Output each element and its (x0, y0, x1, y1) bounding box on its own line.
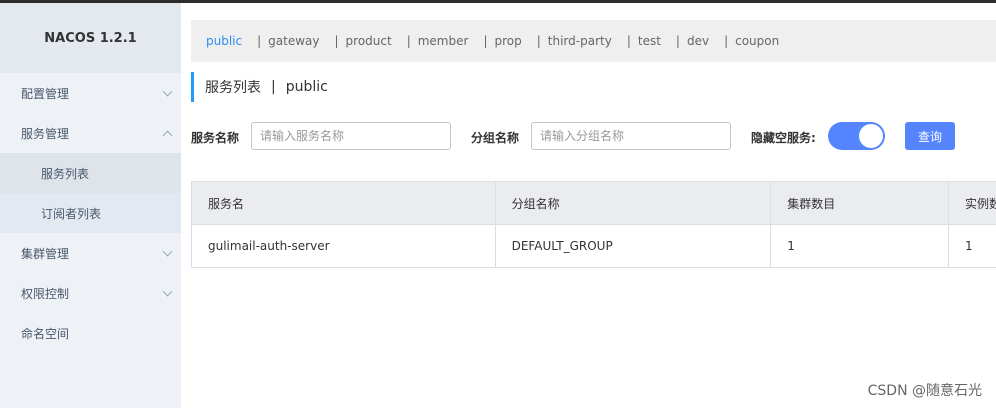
namespace-tab-prop[interactable]: prop (494, 34, 521, 48)
toggle-knob (859, 124, 883, 148)
page-title: 服务列表 | public (191, 72, 328, 102)
column-header-cluster-count[interactable]: 集群数目 (771, 182, 950, 225)
sidebar-item-label: 配置管理 (21, 86, 70, 101)
service-name-input[interactable] (251, 122, 451, 150)
main-content: public | gateway | product | member | prop | third… (181, 3, 996, 408)
hide-empty-label: 隐藏空服务: (751, 131, 816, 145)
namespace-separator: | (536, 34, 541, 48)
namespace-tab-coupon[interactable]: coupon (735, 34, 779, 48)
namespace-tab-test[interactable]: test (638, 34, 661, 48)
namespace-separator: | (257, 34, 262, 48)
sidebar-item-permission[interactable]: 权限控制 (0, 273, 181, 313)
group-name-label: 分组名称 (471, 131, 520, 145)
namespace-separator: | (675, 34, 680, 48)
namespace-tab-product[interactable]: product (346, 34, 392, 48)
column-header-service-name[interactable]: 服务名 (192, 182, 496, 225)
sidebar-item-label: 集群管理 (21, 246, 70, 261)
namespace-tab-public[interactable]: public (206, 34, 242, 48)
namespace-bar: public | gateway | product | member | prop | third… (191, 20, 996, 62)
page-title-namespace: public (285, 79, 328, 95)
sidebar: NACOS 1.2.1 配置管理 服务管理 服务列表 订阅者列表 集群管理 权限… (0, 3, 181, 408)
sidebar-item-subscribers[interactable]: 订阅者列表 (0, 193, 181, 233)
sidebar-item-label: 权限控制 (21, 286, 70, 301)
app-logo: NACOS 1.2.1 (0, 3, 181, 73)
table-cell-service-name: gulimail-auth-server (192, 225, 496, 268)
column-header-instance-count[interactable]: 实例数 (949, 182, 996, 225)
namespace-separator: | (626, 34, 631, 48)
sidebar-item-service[interactable]: 服务管理 (0, 113, 181, 153)
table-cell-group-name: DEFAULT_GROUP (495, 225, 772, 268)
sidebar-item-namespace[interactable]: 命名空间 (0, 313, 181, 353)
chevron-down-icon (162, 286, 173, 296)
page-title-separator: | (271, 79, 276, 95)
table-header-row: 服务名 分组名称 集群数目 实例数 (192, 182, 996, 225)
service-table: 服务名 分组名称 集群数目 实例数 gulimail-auth-server D… (191, 181, 996, 268)
watermark: CSDN @随意石光 (867, 383, 982, 399)
sidebar-item-label: 服务列表 (41, 166, 90, 181)
namespace-tab-third-party[interactable]: third-party (548, 34, 612, 48)
group-name-input[interactable] (531, 122, 731, 150)
sidebar-item-label: 订阅者列表 (41, 206, 102, 221)
namespace-separator: | (334, 34, 339, 48)
sidebar-item-cluster[interactable]: 集群管理 (0, 233, 181, 273)
sidebar-item-label: 服务管理 (21, 126, 70, 141)
chevron-down-icon (162, 246, 173, 256)
service-name-label: 服务名称 (191, 131, 240, 145)
sidebar-item-service-list[interactable]: 服务列表 (0, 153, 181, 193)
table-row[interactable]: gulimail-auth-server DEFAULT_GROUP 1 1 (192, 225, 996, 268)
column-header-group-name[interactable]: 分组名称 (495, 182, 772, 225)
namespace-separator: | (406, 34, 411, 48)
chevron-down-icon (162, 86, 173, 96)
namespace-tab-gateway[interactable]: gateway (268, 34, 319, 48)
page-title-text: 服务列表 (205, 80, 261, 96)
query-button[interactable]: 查询 (905, 122, 955, 150)
namespace-tab-dev[interactable]: dev (687, 34, 709, 48)
sidebar-item-label: 命名空间 (21, 326, 70, 341)
table-cell-cluster-count: 1 (771, 225, 950, 268)
hide-empty-toggle[interactable] (828, 122, 885, 150)
filter-bar: 服务名称 分组名称 隐藏空服务: 查询 (191, 122, 996, 152)
table-cell-instance-count: 1 (949, 225, 996, 268)
namespace-separator: | (483, 34, 488, 48)
chevron-up-icon (162, 130, 173, 140)
namespace-separator: | (724, 34, 729, 48)
sidebar-item-config[interactable]: 配置管理 (0, 73, 181, 113)
namespace-tab-member[interactable]: member (418, 34, 469, 48)
